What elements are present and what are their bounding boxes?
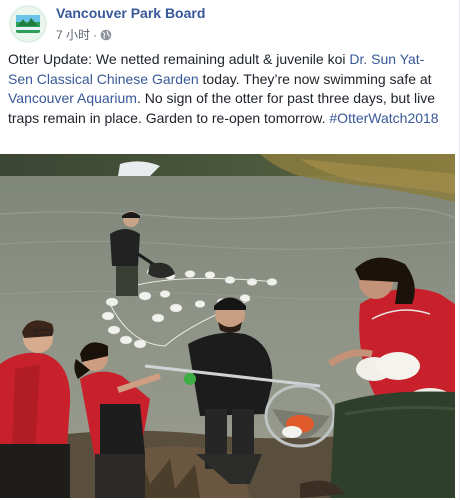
message-text-mid1: today. They’re now swimming safe at <box>198 70 432 87</box>
park-board-logo-icon <box>8 4 48 44</box>
post-meta: 7 小时 · <box>56 26 112 43</box>
post-header: Vancouver Park Board 7 小时 · <box>8 4 448 44</box>
facebook-post: Vancouver Park Board 7 小时 · Otter Update… <box>0 0 460 500</box>
meta-separator: · <box>93 27 98 42</box>
post-timestamp[interactable]: 7 小时 <box>56 26 90 43</box>
post-message: Otter Update: We netted remaining adult … <box>8 50 446 128</box>
page-avatar[interactable] <box>8 4 48 44</box>
pond-netting-photo <box>0 154 455 498</box>
post-photo[interactable] <box>0 154 455 498</box>
aquarium-link[interactable]: Vancouver Aquarium <box>8 90 137 106</box>
page-name-link[interactable]: Vancouver Park Board <box>56 5 205 21</box>
globe-icon[interactable] <box>100 29 112 41</box>
hashtag-link[interactable]: #OtterWatch2018 <box>329 110 438 126</box>
message-text-intro: Otter Update: We netted remaining adult … <box>8 51 350 67</box>
